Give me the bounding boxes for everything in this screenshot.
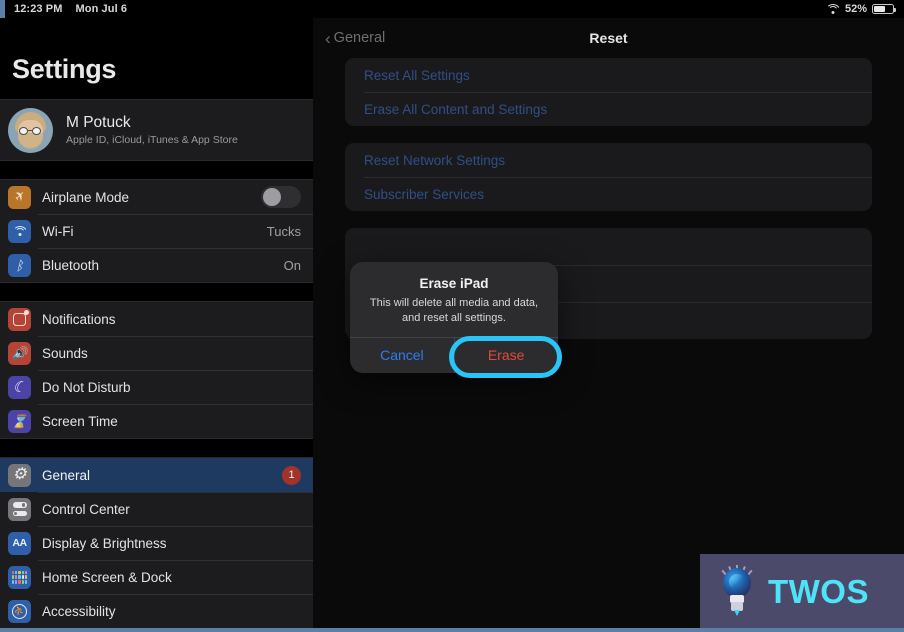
status-bar-left: 12:23 PM Mon Jul 6 xyxy=(0,3,127,15)
sidebar-item-home-screen-dock[interactable]: Home Screen & Dock xyxy=(0,560,313,594)
cancel-button[interactable]: Cancel xyxy=(350,338,454,373)
sidebar-item-accessibility[interactable]: Accessibility xyxy=(0,594,313,628)
list-item-label: Subscriber Services xyxy=(364,186,485,202)
bluetooth-icon xyxy=(8,253,31,277)
sidebar-spacer xyxy=(0,283,313,301)
list-item-label: Erase All Content and Settings xyxy=(364,101,548,117)
wifi-network-value: Tucks xyxy=(266,223,301,239)
alert-message: This will delete all media and data, and… xyxy=(369,297,539,324)
sidebar-item-label: Sounds xyxy=(42,345,88,361)
sidebar-item-label: Screen Time xyxy=(42,413,118,429)
sidebar-spacer xyxy=(0,161,313,179)
list-item-erase-all-content[interactable]: Erase All Content and Settings xyxy=(345,92,872,126)
status-bar-right: 52% xyxy=(825,0,897,18)
gear-icon xyxy=(8,463,31,487)
status-bar: 12:23 PM Mon Jul 6 52% xyxy=(0,0,904,18)
sidebar-item-label: Notifications xyxy=(42,311,116,327)
sidebar-item-do-not-disturb[interactable]: Do Not Disturb xyxy=(0,370,313,404)
sidebar-item-label: Do Not Disturb xyxy=(42,379,131,395)
hourglass-icon xyxy=(8,409,31,433)
wifi-icon xyxy=(825,3,840,15)
moon-icon xyxy=(8,375,31,399)
watermark: TWOS xyxy=(700,554,904,628)
sidebar-item-label: Control Center xyxy=(42,501,130,517)
reset-group-1: Reset All Settings Erase All Content and… xyxy=(345,58,872,126)
nav-title: Reset xyxy=(589,30,628,46)
sidebar-item-notifications[interactable]: Notifications xyxy=(0,302,313,336)
display-brightness-icon: AA xyxy=(8,531,31,555)
list-item-subscriber-services[interactable]: Subscriber Services xyxy=(345,177,872,211)
sidebar-item-label: Home Screen & Dock xyxy=(42,569,172,585)
control-center-icon xyxy=(8,497,31,521)
status-bar-time: 12:23 PM xyxy=(14,3,63,15)
list-item[interactable] xyxy=(345,228,872,265)
sidebar-item-sounds[interactable]: Sounds xyxy=(0,336,313,370)
status-badge: 1 xyxy=(282,465,301,485)
sidebar-item-general[interactable]: General 1 xyxy=(0,458,313,492)
sidebar-item-display-brightness[interactable]: AA Display & Brightness xyxy=(0,526,313,560)
settings-sidebar: Settings M Potuck Apple ID, iCloud, iTun… xyxy=(0,18,313,632)
list-item-reset-all-settings[interactable]: Reset All Settings xyxy=(345,58,872,92)
sidebar-group-system: General 1 Control Center AA Display & Br… xyxy=(0,457,313,629)
erase-ipad-alert: Erase iPad This will delete all media an… xyxy=(350,262,558,373)
sidebar-item-label: Airplane Mode xyxy=(42,189,130,205)
alert-body: Erase iPad This will delete all media an… xyxy=(350,262,558,337)
ipad-settings-screen: 12:23 PM Mon Jul 6 52% Settings M Potuck… xyxy=(0,0,904,632)
sidebar-group-alerts: Notifications Sounds Do Not Disturb Scre… xyxy=(0,301,313,439)
sidebar-item-control-center[interactable]: Control Center xyxy=(0,492,313,526)
bottom-edge-strip xyxy=(0,628,904,632)
home-screen-dock-icon xyxy=(8,565,31,589)
speaker-icon xyxy=(8,341,31,365)
accessibility-icon xyxy=(8,599,31,623)
reset-group-2: Reset Network Settings Subscriber Servic… xyxy=(345,143,872,211)
sidebar-item-bluetooth[interactable]: Bluetooth On xyxy=(0,248,313,282)
watermark-text: TWOS xyxy=(768,572,869,610)
list-item-label: Reset Network Settings xyxy=(364,152,506,168)
sidebar-item-label: Wi-Fi xyxy=(42,223,74,239)
sidebar-item-label: Display & Brightness xyxy=(42,535,167,551)
airplane-mode-toggle[interactable] xyxy=(261,186,301,208)
battery-percent-label: 52% xyxy=(844,3,867,15)
wifi-icon xyxy=(8,219,31,243)
status-bar-date: Mon Jul 6 xyxy=(75,3,128,15)
airplane-icon xyxy=(8,185,31,209)
erase-button[interactable]: Erase xyxy=(454,338,558,373)
sidebar-item-wifi[interactable]: Wi-Fi Tucks xyxy=(0,214,313,248)
sidebar-item-screen-time[interactable]: Screen Time xyxy=(0,404,313,438)
account-name: M Potuck xyxy=(66,114,131,131)
bluetooth-state-value: On xyxy=(283,257,301,273)
alert-actions: Cancel Erase xyxy=(350,336,558,373)
sidebar-item-label: General xyxy=(42,467,91,483)
account-subtitle: Apple ID, iCloud, iTunes & App Store xyxy=(66,134,238,146)
notifications-icon xyxy=(8,307,31,331)
navigation-bar: ‹ General Reset xyxy=(313,18,904,58)
list-item-reset-network-settings[interactable]: Reset Network Settings xyxy=(345,143,872,177)
memoji-avatar xyxy=(8,107,53,153)
sidebar-spacer xyxy=(0,439,313,457)
account-text: M Potuck Apple ID, iCloud, iTunes & App … xyxy=(66,114,238,146)
page-title: Settings xyxy=(12,54,117,84)
sidebar-item-label: Bluetooth xyxy=(42,257,100,273)
sidebar-group-connectivity: Airplane Mode Wi-Fi Tucks Bluetooth On xyxy=(0,179,313,283)
list-item-label: Reset All Settings xyxy=(364,67,470,83)
sidebar-item-airplane-mode[interactable]: Airplane Mode xyxy=(0,180,313,214)
sidebar-item-account[interactable]: M Potuck Apple ID, iCloud, iTunes & App … xyxy=(0,99,313,161)
sidebar-item-label: Accessibility xyxy=(42,603,116,619)
alert-title: Erase iPad xyxy=(419,276,489,291)
battery-icon xyxy=(872,4,897,14)
lightbulb-icon xyxy=(714,565,760,617)
